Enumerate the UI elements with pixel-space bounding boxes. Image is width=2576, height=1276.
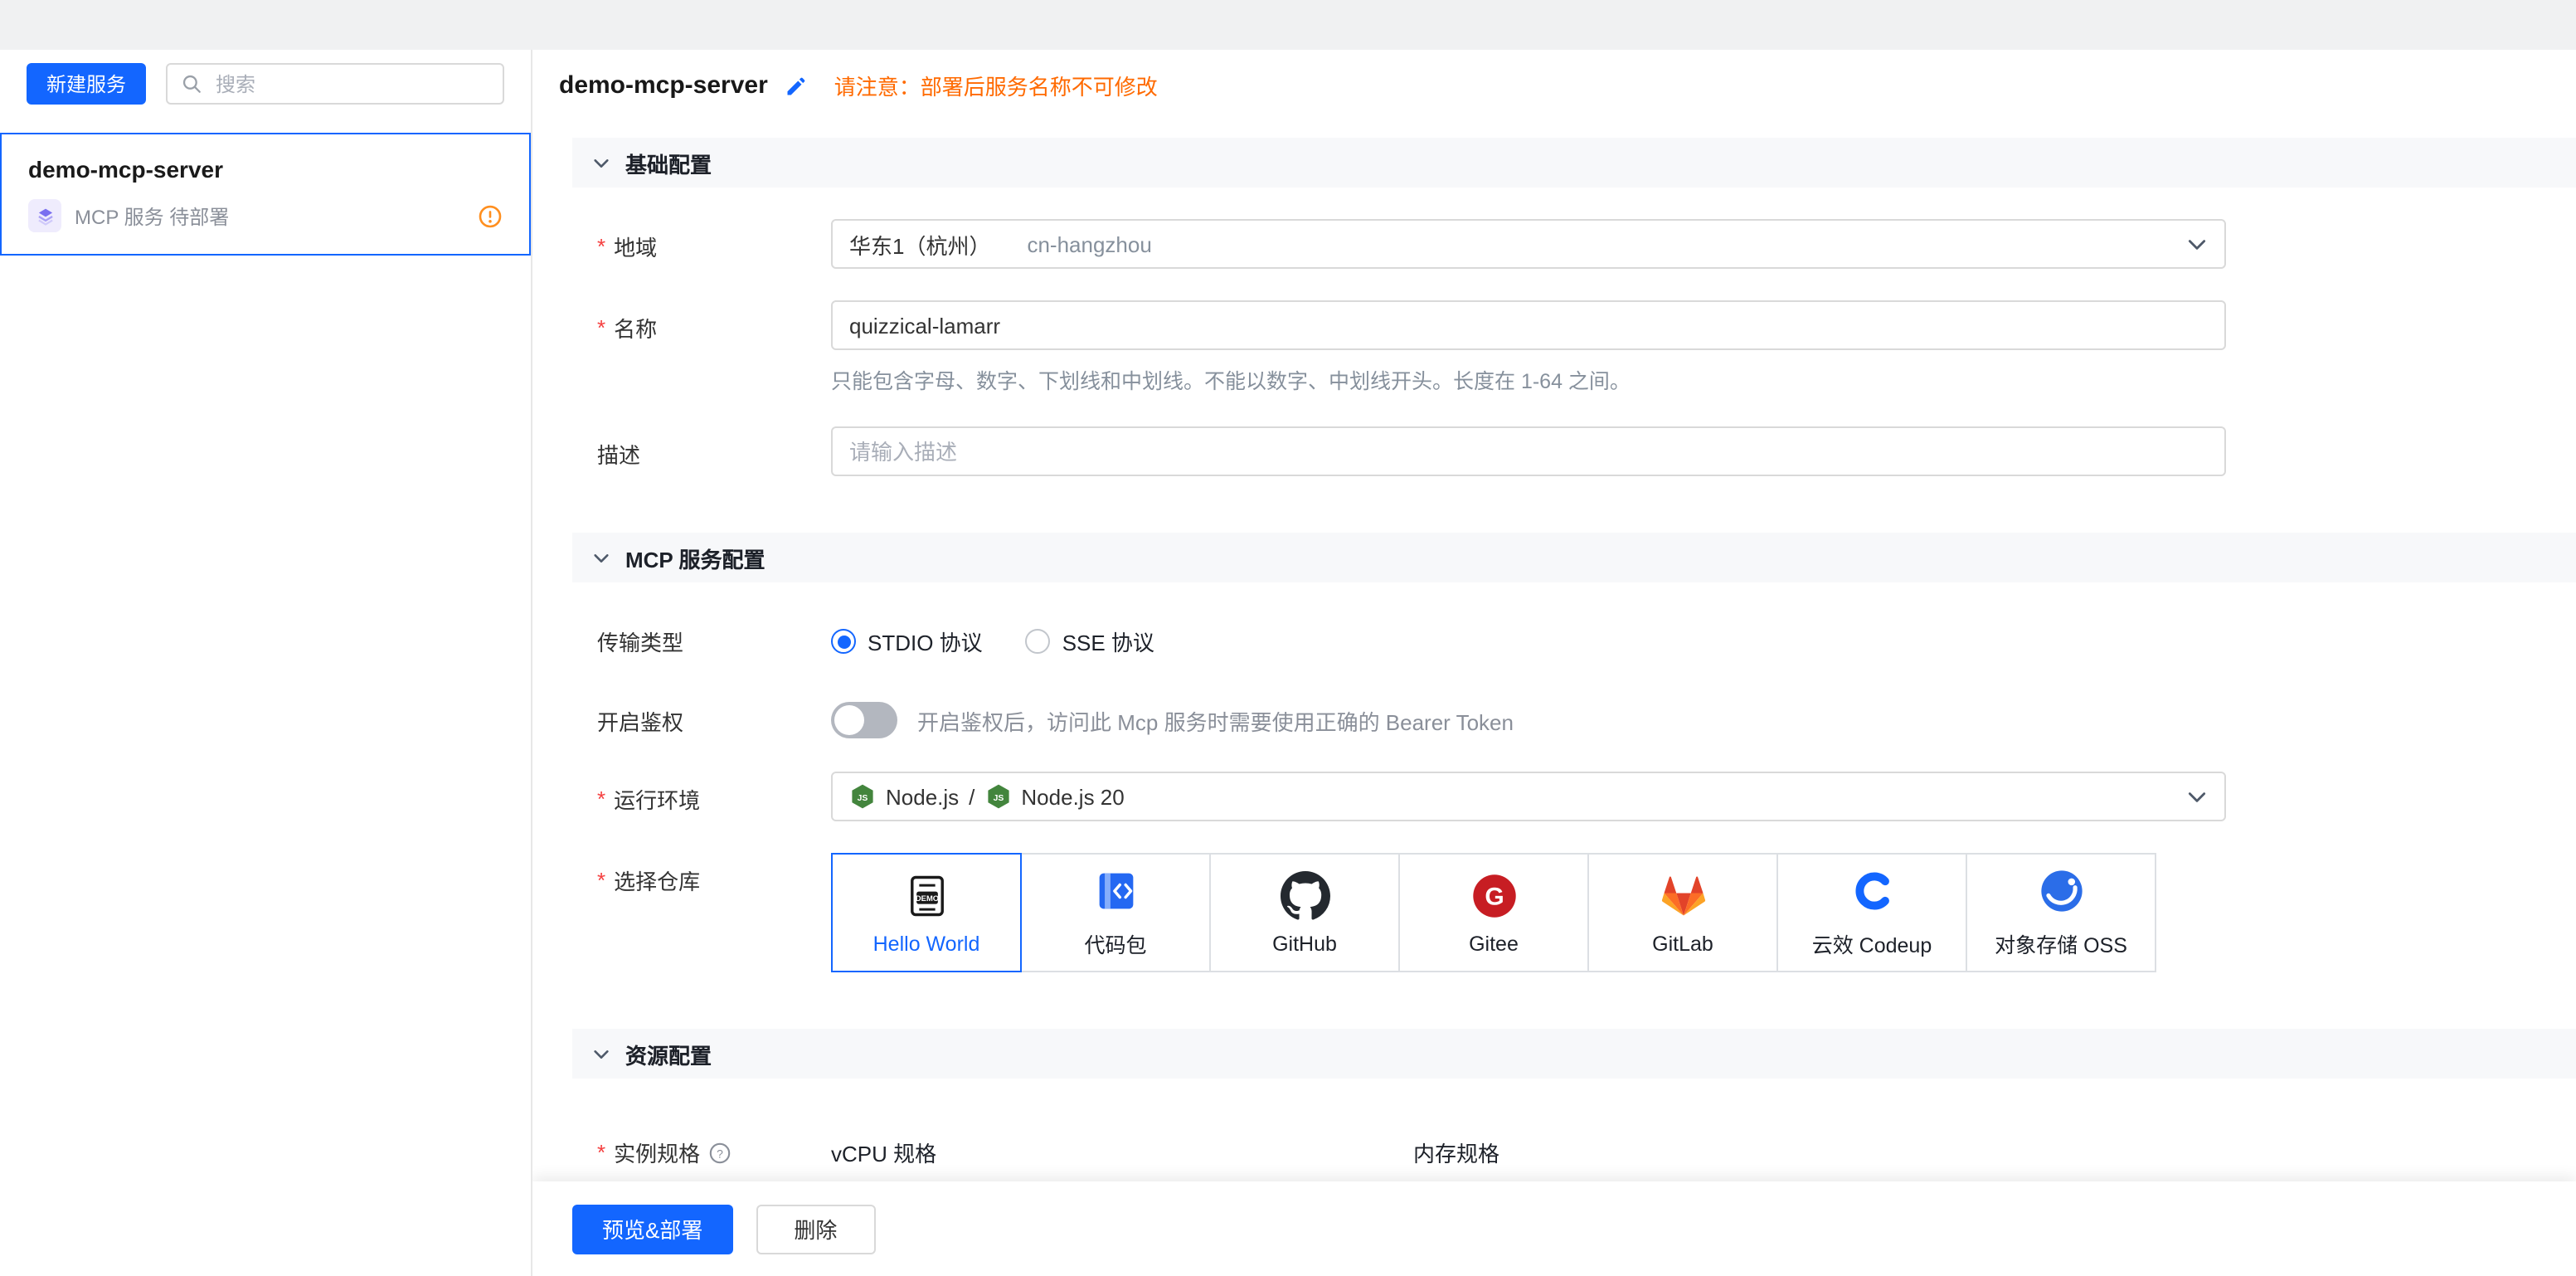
transport-label: 传输类型 [597,631,684,655]
delete-button[interactable]: 删除 [756,1204,876,1254]
mcp-service-icon [28,199,61,232]
action-bar: 预览&部署 删除 [532,1181,2576,1276]
help-question-icon[interactable]: ? [708,1141,731,1164]
repo-card-hello-world[interactable]: DEMO Hello World [831,853,1022,972]
service-sidebar: 新建服务 demo-mcp-server MCP 服务 待部署 [0,50,532,1276]
desc-label: 描述 [597,443,641,468]
required-asterisk: * [597,234,606,259]
main-panel: demo-mcp-server 请注意：部署后服务名称不可修改 基础配置 * 地… [532,50,2576,1276]
nodejs-icon: JS [984,783,1011,810]
section-mcp-config[interactable]: MCP 服务配置 [572,533,2576,582]
repo-card-label: GitHub [1272,932,1337,955]
name-immutable-warning: 请注意：部署后服务名称不可修改 [834,75,1158,100]
runtime-label: * 运行环境 [597,787,701,813]
codeup-icon [1847,866,1897,916]
section-basic-config[interactable]: 基础配置 [572,138,2576,188]
service-name: demo-mcp-server [28,156,223,183]
region-value: 华东1（杭州） [849,233,991,258]
name-help-text: 只能包含字母、数字、下划线和中划线。不能以数字、中划线开头。长度在 1-64 之… [831,370,1631,393]
section-resource-title: 资源配置 [625,1043,712,1068]
demo-doc-icon: DEMO [902,870,951,920]
name-label: * 名称 [597,315,658,342]
config-form: demo-mcp-server 请注意：部署后服务名称不可修改 基础配置 * 地… [532,50,2576,1276]
svg-text:DEMO: DEMO [915,893,938,902]
vcpu-col-label: vCPU 规格 [831,1142,937,1166]
github-icon [1280,870,1329,920]
repo-card-github[interactable]: GitHub [1209,853,1400,972]
runtime-select[interactable]: JS Node.js / JS Node.js 20 [831,772,2226,821]
radio-unselected-icon [1025,629,1051,654]
runtime-family: Node.js [886,784,960,809]
repo-label: * 选择仓库 [597,868,701,894]
svg-text:G: G [1484,883,1503,910]
svg-text:JS: JS [858,794,868,803]
repo-card-codeup[interactable]: 云效 Codeup [1776,853,1967,972]
oss-icon [2036,866,2086,916]
region-code: cn-hangzhou [1027,231,1152,256]
new-service-button[interactable]: 新建服务 [27,63,147,105]
edit-name-icon[interactable] [785,74,808,97]
name-input[interactable] [831,300,2226,350]
app-root: 新建服务 demo-mcp-server MCP 服务 待部署 [0,0,2576,1276]
preview-deploy-button[interactable]: 预览&部署 [572,1204,733,1254]
repo-card-label: Gitee [1469,932,1519,955]
radio-sse[interactable]: SSE 协议 [1025,626,1154,657]
mem-col-label: 内存规格 [1413,1142,1500,1166]
spec-label: * 实例规格 ? [597,1125,831,1168]
repo-card-label: 对象存储 OSS [1995,934,2127,957]
search-input[interactable] [212,71,489,97]
radio-sse-label: SSE 协议 [1062,631,1154,655]
section-mcp-title: MCP 服务配置 [625,547,766,572]
nodejs-icon: JS [849,783,876,810]
auth-label: 开启鉴权 [597,709,684,734]
radio-stdio-label: STDIO 协议 [868,631,983,655]
page-title: demo-mcp-server [559,71,768,100]
svg-text:?: ? [717,1146,723,1159]
service-card-demo-mcp-server[interactable]: demo-mcp-server MCP 服务 待部署 [0,133,531,256]
repo-card-label: GitLab [1652,932,1713,955]
region-label: * 地域 [597,234,658,261]
section-resource-config[interactable]: 资源配置 [572,1029,2576,1079]
region-select[interactable]: 华东1（杭州） cn-hangzhou [831,219,2226,269]
required-asterisk: * [597,1140,606,1165]
gitee-icon: G [1469,870,1519,920]
chevron-down-icon [592,153,610,172]
repo-card-label: 云效 Codeup [1811,934,1932,957]
chevron-down-icon [592,548,610,567]
repo-card-gitee[interactable]: G Gitee [1398,853,1589,972]
chevron-down-icon [592,1045,610,1063]
required-asterisk: * [597,315,606,340]
svg-text:JS: JS [993,794,1004,803]
repo-card-label: Hello World [872,932,980,955]
chevron-down-icon [2186,786,2208,807]
top-strip [0,0,2576,50]
auth-help-text: 开启鉴权后，访问此 Mcp 服务时需要使用正确的 Bearer Token [917,709,1514,734]
warning-badge-icon [478,203,503,228]
radio-stdio[interactable]: STDIO 协议 [831,626,983,657]
code-package-icon [1091,866,1140,916]
required-asterisk: * [597,787,606,811]
repo-card-oss[interactable]: 对象存储 OSS [1966,853,2156,972]
chevron-down-icon [2186,233,2208,255]
transport-radio-group: STDIO 协议 SSE 协议 [831,626,1154,657]
service-status: MCP 服务 待部署 [75,205,230,228]
required-asterisk: * [597,868,606,893]
section-basic-title: 基础配置 [625,152,712,177]
description-input[interactable] [831,426,2226,476]
radio-selected-icon [831,629,856,654]
repo-card-group: DEMO Hello World 代码包 GitHub G Gitee GitL… [831,853,2156,972]
repo-card-gitlab[interactable]: GitLab [1587,853,1778,972]
gitlab-icon [1658,870,1708,920]
auth-toggle[interactable] [831,702,897,738]
repo-card-label: 代码包 [1084,934,1147,957]
runtime-version: Node.js 20 [1021,784,1125,809]
search-icon [181,73,202,95]
repo-card-code-package[interactable]: 代码包 [1020,853,1211,972]
service-search[interactable] [166,63,504,105]
runtime-separator: / [969,784,975,809]
